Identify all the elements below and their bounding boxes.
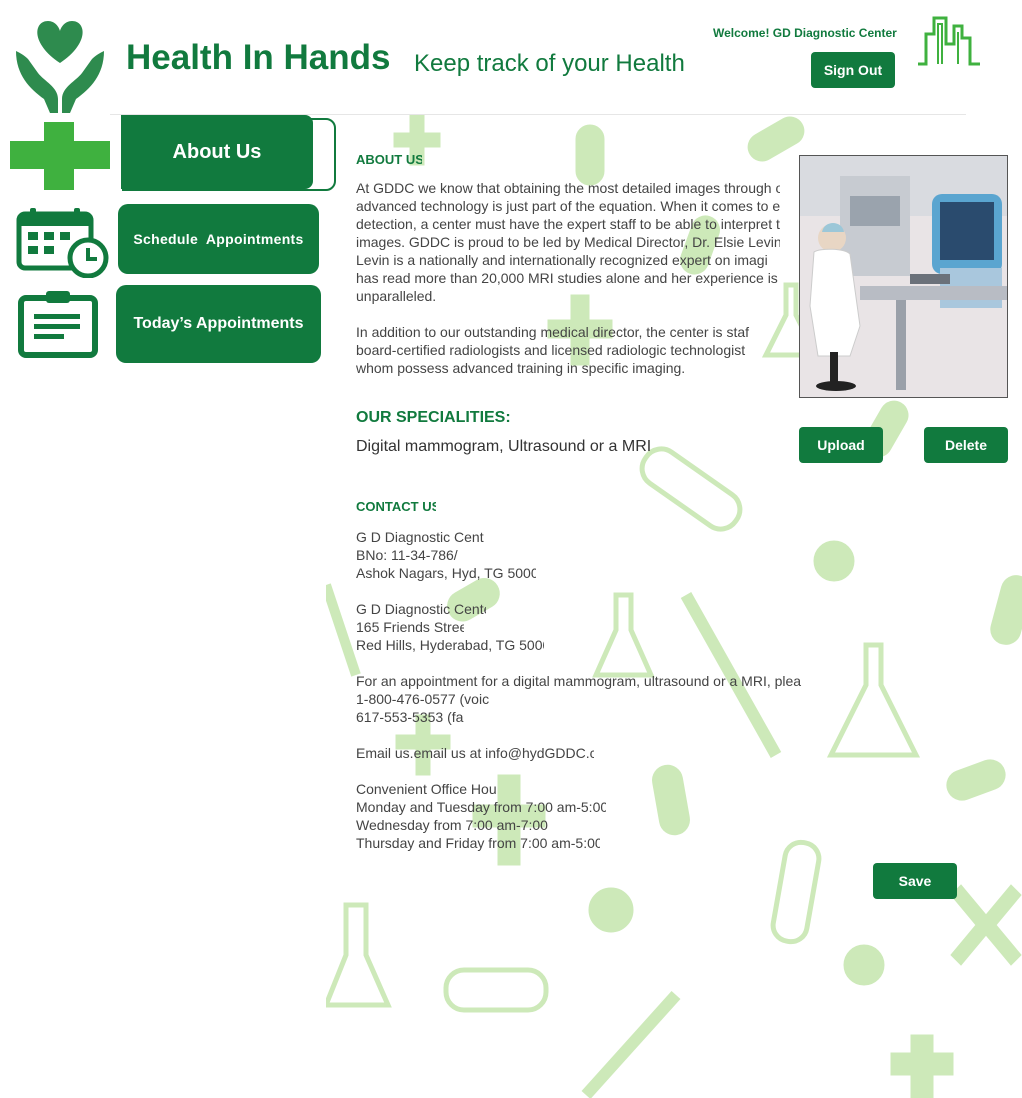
medical-cross-icon [10, 122, 110, 190]
about-paragraph-2: In addition to our outstanding medical d… [356, 323, 760, 377]
contact-address-2: G D Diagnostic Cente 165 Friends Stree R… [356, 600, 546, 654]
contact-appointment: For an appointment for a digital mammogr… [356, 672, 806, 726]
specialities-text: Digital mammogram, Ultrasound or a MRI [356, 438, 652, 455]
about-paragraph-1: At GDDC we know that obtaining the most … [356, 179, 780, 305]
delete-button[interactable]: Delete [924, 427, 1008, 463]
logo-hands-heart [10, 15, 110, 115]
text-line: In addition to our outstanding medical d… [356, 324, 750, 340]
cross-shape [890, 1034, 954, 1098]
text-line: Thursday and Friday from 7:00 am-5:00 [356, 835, 600, 851]
text-line: 617-553-5353 (fa [356, 709, 464, 725]
text-line: whom possess advanced training in specif… [356, 360, 686, 376]
text-line: Red Hills, Hyderabad, TG 5000 [356, 637, 544, 653]
nav-schedule-appointments[interactable]: Schedule Appointments [118, 204, 319, 274]
text-line: Wednesday from 7:00 am-7:00 [356, 817, 548, 833]
text-line: detection, a center must have the expert… [356, 216, 780, 232]
welcome-text: Welcome! GD Diagnostic Center [713, 26, 897, 40]
text-line: For an appointment for a digital mammogr… [356, 673, 802, 689]
text-line: Monday and Tuesday from 7:00 am-5:00 [356, 799, 606, 815]
text-line: BNo: 11-34-786/ [356, 547, 458, 563]
lab-technician-image [800, 156, 1007, 397]
calendar-clock-icon [16, 206, 112, 279]
text-line: 165 Friends Stree [356, 619, 464, 635]
app-title: Health In Hands [126, 38, 391, 77]
city-chart-icon [916, 14, 982, 68]
about-heading: ABOUT US [356, 152, 422, 167]
app-tagline: Keep track of your Health [414, 50, 685, 77]
nav-todays-appointments[interactable]: Today’s Appointments [116, 285, 321, 363]
text-line: advanced technology is just part of the … [356, 198, 780, 214]
text-line: Ashok Nagars, Hyd, TG 5000 [356, 565, 536, 581]
contact-heading: CONTACT US [356, 499, 436, 514]
nav-about-us[interactable]: About Us [121, 115, 313, 189]
text-line: At GDDC we know that obtaining the most … [356, 180, 780, 196]
hands-heart-icon [16, 21, 104, 113]
contact-email: Email us.email us at info@hydGDDC.c [356, 745, 594, 761]
upload-button[interactable]: Upload [799, 427, 883, 463]
text-line: 1-800-476-0577 (voic [356, 691, 490, 707]
text-line: G D Diagnostic Cente [356, 601, 486, 617]
text-line: Levin is a nationally and internationall… [356, 252, 768, 268]
text-line: board-certified radiologists and license… [356, 342, 746, 358]
save-button[interactable]: Save [873, 863, 957, 899]
text-line: G D Diagnostic Cente [356, 529, 484, 545]
text-line: images. GDDC is proud to be led by Medic… [356, 234, 780, 250]
clipboard-icon [18, 290, 98, 358]
specialities-heading: OUR SPECIALITIES: [356, 409, 511, 426]
lab-photo [799, 155, 1008, 398]
text-line: Convenient Office Hou [356, 781, 497, 797]
contact-address-1: G D Diagnostic Cente BNo: 11-34-786/ Ash… [356, 528, 536, 582]
text-line: unparalleled. [356, 288, 437, 304]
text-line: has read more than 20,000 MRI studies al… [356, 270, 778, 286]
contact-hours: Convenient Office Hou Monday and Tuesday… [356, 780, 606, 852]
sign-out-button[interactable]: Sign Out [811, 52, 895, 88]
